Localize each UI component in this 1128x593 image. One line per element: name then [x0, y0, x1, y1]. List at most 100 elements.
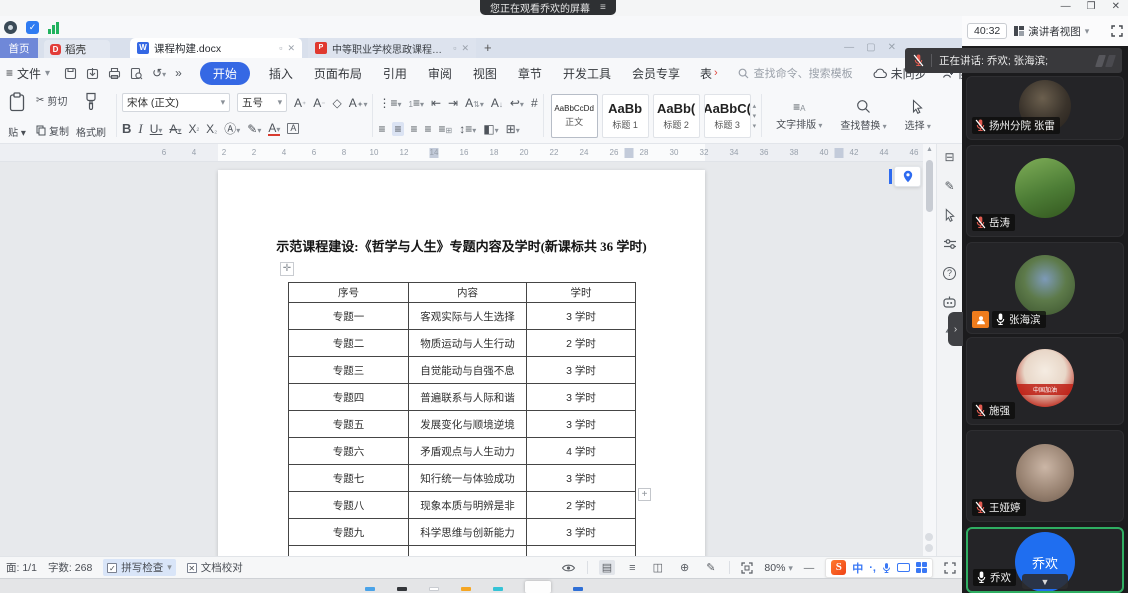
participant-tile-1[interactable]: 扬州分院 张雷: [966, 76, 1124, 140]
table-cell[interactable]: 专题一: [289, 303, 409, 330]
read-layout-icon[interactable]: ◫: [650, 560, 666, 575]
table-cell[interactable]: 专题二: [289, 330, 409, 357]
font-size-select[interactable]: 五号▾: [237, 93, 287, 112]
close-button[interactable]: ✕: [1112, 1, 1120, 12]
tab-document-active[interactable]: W 课程构建.docx ▫ ✕: [130, 38, 302, 58]
table-cell[interactable]: 3 学时: [527, 357, 636, 384]
character-border-icon[interactable]: A: [287, 123, 299, 134]
vertical-scrollbar[interactable]: ▲: [923, 144, 936, 556]
ruler-table-marker[interactable]: [625, 148, 634, 158]
find-replace-button[interactable]: 查找替换: [831, 91, 895, 140]
outline-view-icon[interactable]: ≡: [626, 561, 638, 575]
restore-button[interactable]: ❒: [1087, 1, 1096, 12]
font-color-icon[interactable]: A▾: [268, 122, 280, 136]
table-header-cell[interactable]: 学时: [527, 283, 636, 303]
style-card-3[interactable]: AaBb(标题 2: [653, 94, 700, 138]
table-cell[interactable]: 3 学时: [527, 411, 636, 438]
word-count[interactable]: 字数: 268: [48, 560, 92, 575]
close-tab-icon[interactable]: ✕: [461, 43, 469, 54]
table-cell[interactable]: 客观实际与人生选择: [409, 303, 527, 330]
table-cell[interactable]: 专题七: [289, 465, 409, 492]
underline-button[interactable]: U▾: [150, 123, 163, 135]
tab-docer[interactable]: D 稻壳: [44, 40, 110, 58]
horizontal-ruler[interactable]: 6422468101214161820222426283032343638404…: [0, 144, 962, 162]
text-effects-icon[interactable]: A✦▾: [349, 97, 368, 109]
export-icon[interactable]: [86, 67, 99, 80]
view-mode-button[interactable]: 演讲者视图 ▾: [1014, 24, 1089, 39]
scrollbar-thumb[interactable]: [926, 160, 933, 212]
strikethrough-button[interactable]: A▾: [169, 123, 181, 135]
menu-tab-引用[interactable]: 引用: [381, 62, 409, 85]
spell-check-toggle[interactable]: ✓ 拼写检查 ▾: [103, 559, 175, 576]
zoom-out-button[interactable]: —: [804, 562, 815, 574]
participant-tile-6[interactable]: 乔欢乔欢▼: [966, 527, 1124, 593]
ime-punctuation-toggle[interactable]: ·,: [869, 562, 876, 574]
align-justify-icon[interactable]: ≡: [425, 123, 432, 135]
participant-tile-3[interactable]: 张海滨: [966, 242, 1124, 334]
table-move-handle[interactable]: ✛: [280, 262, 294, 276]
menu-tab-会员专享[interactable]: 会员专享: [630, 62, 682, 85]
print-preview-icon[interactable]: [130, 67, 143, 80]
menu-tab-开发工具[interactable]: 开发工具: [561, 62, 613, 85]
pin-tab-icon[interactable]: ▫: [279, 43, 282, 53]
ime-toolbox-icon[interactable]: [916, 562, 927, 573]
decrease-indent-icon[interactable]: ⇤: [431, 97, 441, 109]
table-cell[interactable]: 科学思维与创新能力: [409, 519, 527, 546]
table-cell[interactable]: 自觉能动与自强不息: [409, 357, 527, 384]
style-card-2[interactable]: AaBb标题 1: [602, 94, 649, 138]
participant-tile-4[interactable]: 中国加油施强: [966, 337, 1124, 425]
table-cell[interactable]: 3 学时: [527, 465, 636, 492]
self-mic-muted-icon[interactable]: [913, 54, 924, 67]
table-cell[interactable]: 矛盾观点与人生动力: [409, 438, 527, 465]
superscript-button[interactable]: X²: [188, 123, 199, 135]
table-header-cell[interactable]: 序号: [289, 283, 409, 303]
table-cell[interactable]: 4 学时: [527, 438, 636, 465]
ime-keyboard-icon[interactable]: [897, 563, 910, 572]
ime-mic-icon[interactable]: [882, 562, 891, 574]
panel-expand-tab[interactable]: ›: [948, 312, 963, 346]
command-search[interactable]: 查找命令、搜索模板: [738, 65, 853, 81]
location-pin-button[interactable]: [894, 166, 921, 187]
menu-tab-视图[interactable]: 视图: [471, 62, 499, 85]
taskbar-active-app[interactable]: [525, 581, 551, 593]
save-icon[interactable]: [64, 67, 77, 80]
participant-tile-5[interactable]: 王娅婷: [966, 430, 1124, 522]
highlight-color-icon[interactable]: ✎▾: [247, 123, 261, 135]
table-cell[interactable]: 3 学时: [527, 303, 636, 330]
tab-pdf[interactable]: P 中等职业学校思政课程标准.pdf ▫ ✕: [308, 38, 476, 58]
table-cell[interactable]: [289, 546, 409, 557]
fit-page-icon[interactable]: [741, 562, 753, 574]
menu-tab-插入[interactable]: 插入: [267, 62, 295, 85]
ruler-table-marker[interactable]: [835, 148, 844, 158]
ink-edit-icon[interactable]: ✎: [703, 560, 718, 575]
style-card-4[interactable]: AaBbC(标题 3: [704, 94, 751, 138]
table-cell[interactable]: 专题六: [289, 438, 409, 465]
table-cell[interactable]: 物质运动与人生行动: [409, 330, 527, 357]
document-canvas[interactable]: 示范课程建设:《哲学与人生》专题内容及学时(新课标共 36 学时) ✛ 序号内容…: [0, 162, 923, 556]
zoom-level[interactable]: 80% ▾: [764, 562, 792, 574]
phonetic-guide-icon[interactable]: Ⓐ▾: [224, 123, 240, 135]
eye-protect-icon[interactable]: [561, 563, 576, 573]
taskbar-app-icon[interactable]: [429, 587, 439, 591]
table-cell[interactable]: 专题八: [289, 492, 409, 519]
wps-restore-button[interactable]: ▢: [866, 42, 875, 53]
menu-tab-开始[interactable]: 开始: [200, 62, 250, 85]
align-distribute-icon[interactable]: ≡⊞: [439, 123, 453, 135]
table-cell[interactable]: 发展变化与顺境逆境: [409, 411, 527, 438]
fullscreen-corners-icon[interactable]: [944, 562, 956, 574]
close-tab-icon[interactable]: ✕: [287, 43, 295, 54]
stats-bars-icon[interactable]: [48, 21, 61, 34]
char-scale-icon[interactable]: A↓: [491, 97, 503, 109]
table-cell[interactable]: 普遍联系与人际和谐: [409, 384, 527, 411]
more-quick-icons[interactable]: »: [175, 67, 182, 79]
table-cell[interactable]: 专题五: [289, 411, 409, 438]
ruler-toggle-icon[interactable]: #: [531, 97, 538, 109]
table-cell[interactable]: 现象本质与明辨是非: [409, 492, 527, 519]
new-tab-button[interactable]: +: [484, 40, 492, 55]
bold-button[interactable]: B: [122, 122, 131, 135]
wps-minimize-button[interactable]: —: [844, 42, 854, 53]
taskbar-app-icon[interactable]: [573, 587, 583, 591]
taskbar-app-icon[interactable]: [365, 587, 375, 591]
numbered-list-icon[interactable]: 1≡▾: [409, 97, 424, 109]
wrap-icon[interactable]: ↩▾: [510, 97, 524, 109]
